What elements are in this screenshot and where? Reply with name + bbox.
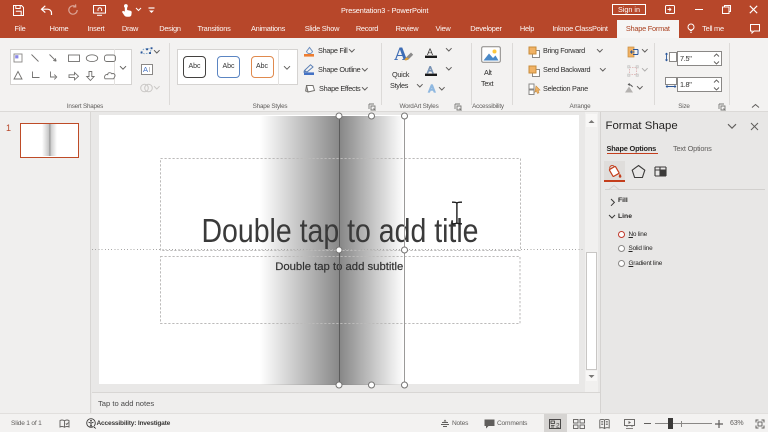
svg-text:2: 2: [556, 422, 560, 429]
svg-text:A: A: [429, 84, 436, 93]
svg-text:A: A: [143, 65, 148, 74]
svg-text:A: A: [427, 47, 433, 57]
